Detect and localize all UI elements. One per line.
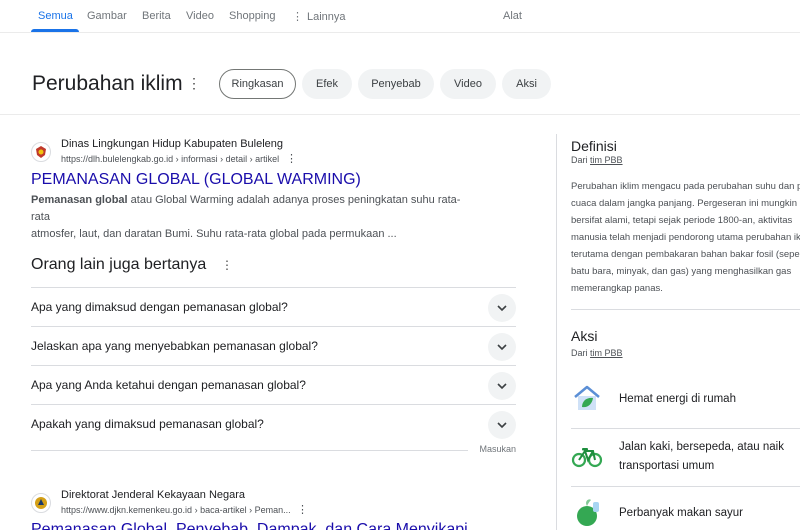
source-prefix: Dari [571, 348, 588, 358]
paa-question: Jelaskan apa yang menyebabkan pemanasan … [31, 339, 318, 353]
site-favicon [31, 142, 51, 162]
action-label: Jalan kaki, bersepeda, atau naik [619, 441, 784, 453]
search-tabs-bar: Semua Gambar Berita Video Shopping ⋮ Lain… [0, 0, 800, 33]
paa-question-row[interactable]: Apa yang Anda ketahui dengan pemanasan g… [31, 365, 516, 405]
paa-question: Apa yang Anda ketahui dengan pemanasan g… [31, 378, 306, 392]
chevron-down-icon[interactable] [488, 294, 516, 322]
bicycle-icon [571, 448, 603, 468]
source-link[interactable]: tim PBB [590, 155, 623, 165]
paa-footer: Masukan [31, 444, 516, 454]
tab-gambar[interactable]: Gambar [87, 10, 127, 22]
result-site-name: Direktorat Jenderal Kekayaan Negara [61, 489, 246, 501]
paa-question-row[interactable]: Apa yang dimaksud dengan pemanasan globa… [31, 287, 516, 327]
action-label: Perbanyak makan sayur [619, 507, 744, 519]
result-more-icon[interactable]: ⋮ [286, 152, 297, 165]
feedback-link[interactable]: Masukan [479, 444, 516, 454]
tab-video[interactable]: Video [186, 10, 214, 22]
result-snippet: Pemanasan global atau Global Warming ada… [31, 192, 461, 243]
paa-question-row[interactable]: Jelaskan apa yang menyebabkan pemanasan … [31, 326, 516, 366]
action-item[interactable]: Hemat energi di rumah [571, 382, 800, 418]
action-item[interactable]: Perbanyak makan sayur [571, 496, 800, 530]
paa-question: Apa yang dimaksud dengan pemanasan globa… [31, 300, 288, 314]
action-label: Hemat energi di rumah [619, 393, 736, 405]
tab-shopping[interactable]: Shopping [229, 10, 276, 22]
action-item[interactable]: Jalan kaki, bersepeda, atau naik transpo… [571, 438, 800, 478]
more-vert-icon: ⋮ [292, 11, 303, 23]
kemenkeu-logo-icon [35, 497, 47, 509]
source-prefix: Dari [571, 155, 588, 165]
chevron-down-icon[interactable] [488, 333, 516, 361]
definition-line: manusia telah menjadi pendorong utama pe… [571, 232, 800, 243]
definition-line: memerangkap panas. [571, 283, 663, 294]
definition-line: Perubahan iklim mengacu pada perubahan s… [571, 181, 800, 192]
source-link[interactable]: tim PBB [590, 348, 623, 358]
result-url: https://dlh.bulelengkab.go.id › informas… [61, 154, 280, 164]
chip-ringkasan[interactable]: Ringkasan [219, 69, 296, 99]
chip-penyebab[interactable]: Penyebab [358, 69, 434, 99]
chip-efek[interactable]: Efek [302, 69, 352, 99]
snippet-line2: atmosfer, laut, dan daratan Bumi. Suhu r… [31, 228, 397, 240]
section-divider [571, 486, 800, 487]
tab-berita[interactable]: Berita [142, 10, 171, 22]
tab-more[interactable]: ⋮ Lainnya [292, 10, 346, 23]
definition-line: cuaca dalam jangka panjang. Pergeseran i… [571, 198, 798, 209]
chip-aksi[interactable]: Aksi [502, 69, 551, 99]
section-divider [571, 428, 800, 429]
tab-semua[interactable]: Semua [38, 10, 73, 22]
chip-video[interactable]: Video [440, 69, 496, 99]
paa-more-icon[interactable]: ⋮ [221, 258, 233, 272]
actions-heading: Aksi [571, 328, 598, 344]
result-site-name: Dinas Lingkungan Hidup Kabupaten Bulelen… [61, 138, 284, 150]
tab-more-label: Lainnya [307, 11, 346, 23]
active-tab-indicator [31, 29, 79, 32]
result-title-link[interactable]: PEMANASAN GLOBAL (GLOBAL WARMING) [31, 171, 361, 189]
page-title: Perubahan iklim [32, 72, 183, 95]
house-leaf-icon [574, 385, 600, 410]
buleleng-logo-icon [36, 146, 46, 158]
vegetables-icon [577, 499, 599, 526]
actions-source: Dari tim PBB [571, 348, 623, 358]
definition-line: bersifat alami, tetapi sejak periode 180… [571, 215, 793, 226]
definition-source: Dari tim PBB [571, 155, 623, 165]
tools-button[interactable]: Alat [503, 10, 522, 22]
site-favicon [31, 493, 51, 513]
more-options-icon[interactable]: ⋮ [187, 75, 201, 92]
topic-header: Perubahan iklim ⋮ Ringkasan Efek Penyeba… [0, 33, 800, 115]
result-url: https://www.djkn.kemenkeu.go.id › baca-a… [61, 505, 291, 515]
chevron-down-icon[interactable] [488, 411, 516, 439]
action-label: transportasi umum [619, 460, 715, 472]
chevron-down-icon[interactable] [488, 372, 516, 400]
panel-divider [556, 134, 557, 530]
result-more-icon[interactable]: ⋮ [297, 503, 308, 516]
definition-text: Perubahan iklim mengacu pada perubahan s… [571, 178, 800, 297]
paa-heading: Orang lain juga bertanya [31, 256, 207, 273]
paa-question-row[interactable]: Apakah yang dimaksud pemanasan global? [31, 404, 516, 444]
paa-divider [31, 450, 468, 451]
result-title-link[interactable]: Pemanasan Global, Penyebab, Dampak, dan … [31, 521, 468, 530]
section-divider [571, 309, 800, 310]
definition-line: terutama dengan pembakaran bahan bakar f… [571, 249, 800, 260]
definition-line: batu bara, minyak, dan gas) yang menghas… [571, 266, 792, 277]
definition-heading: Definisi [571, 138, 617, 154]
paa-question: Apakah yang dimaksud pemanasan global? [31, 417, 264, 431]
snippet-bold: Pemanasan global [31, 194, 128, 206]
